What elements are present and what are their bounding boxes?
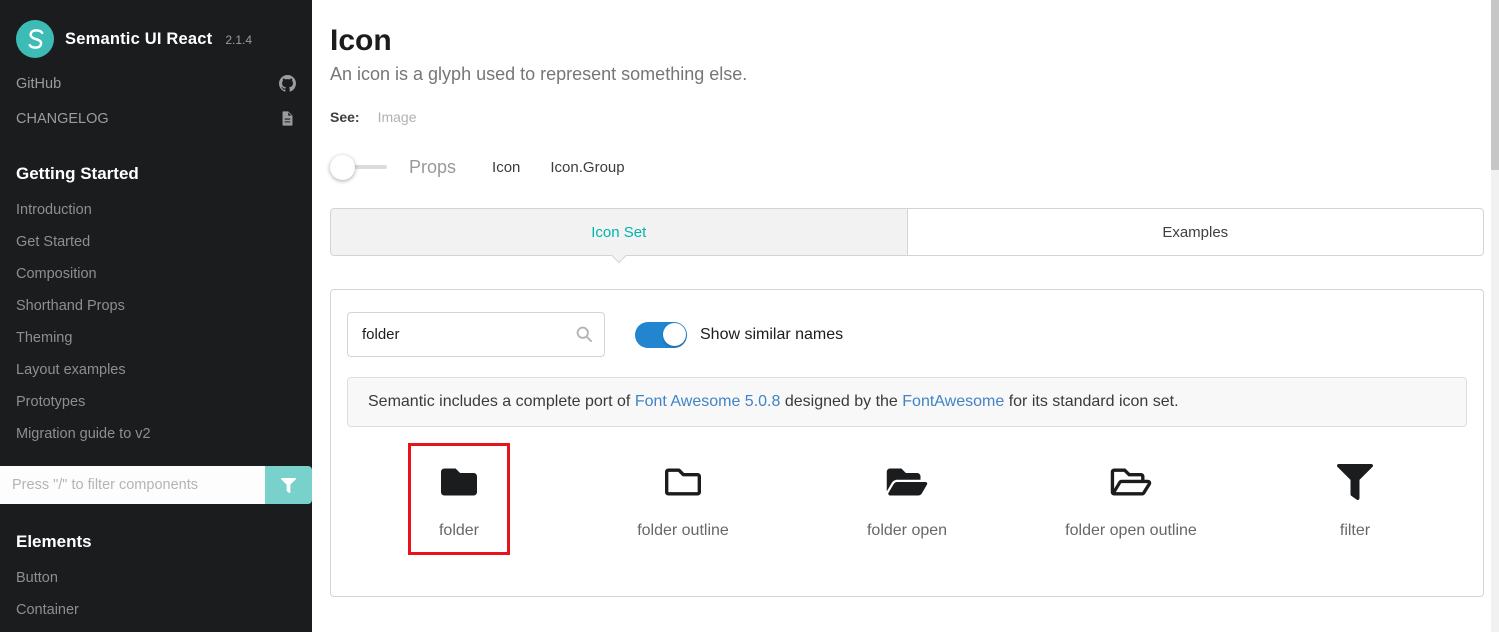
- sidebar-item-get-started[interactable]: Get Started: [0, 226, 312, 258]
- info-text: Semantic includes a complete port of: [368, 393, 635, 410]
- icon-result-label: folder open: [867, 522, 947, 540]
- scrollbar-thumb[interactable]: [1491, 0, 1499, 170]
- folder-icon: [437, 462, 481, 502]
- icon-result-folder-open[interactable]: folder open: [838, 443, 976, 555]
- app-title: Semantic UI React: [65, 30, 212, 49]
- folder-outline-icon: [661, 462, 705, 502]
- icon-result-column: folder open outline: [1019, 443, 1243, 555]
- see-label: See:: [330, 109, 360, 125]
- icon-result-label: filter: [1340, 522, 1370, 540]
- page-scrollbar[interactable]: [1491, 0, 1499, 632]
- tab-icon-set[interactable]: Icon Set: [331, 209, 907, 255]
- component-filter-input[interactable]: [0, 466, 265, 504]
- props-toggle-knob: [330, 155, 355, 180]
- sidebar-item-shorthand-props[interactable]: Shorthand Props: [0, 290, 312, 322]
- page-subtitle: An icon is a glyph used to represent som…: [330, 64, 1484, 85]
- component-filter: [0, 466, 312, 504]
- sidebar-section-getting-started: Getting Started Introduction Get Started…: [0, 136, 312, 450]
- icon-set-panel: Show similar names Semantic includes a c…: [330, 289, 1484, 597]
- logo-row[interactable]: Semantic UI React 2.1.4: [0, 0, 312, 66]
- app-window: Semantic UI React 2.1.4 GitHub CHANGELOG…: [0, 0, 1499, 632]
- filter-icon: [281, 478, 296, 493]
- info-text: designed by the: [780, 393, 902, 410]
- page-title: Icon: [330, 24, 1484, 58]
- sidebar-section-elements: Elements Button Container Divider: [0, 504, 312, 632]
- sidebar-item-container[interactable]: Container: [0, 594, 312, 626]
- sidebar-item-changelog[interactable]: CHANGELOG: [0, 101, 312, 136]
- see-link-image[interactable]: Image: [378, 109, 417, 125]
- sidebar-item-button[interactable]: Button: [0, 562, 312, 594]
- font-awesome-info-message: Semantic includes a complete port of Fon…: [347, 377, 1467, 427]
- changelog-link-label: CHANGELOG: [16, 111, 109, 127]
- icon-result-column: folder outline: [571, 443, 795, 555]
- app-version: 2.1.4: [225, 33, 252, 47]
- icon-result-folder annotation-highlight[interactable]: folder: [408, 443, 510, 555]
- props-row: Props Icon Icon.Group: [330, 155, 1484, 180]
- sidebar-item-layout-examples[interactable]: Layout examples: [0, 354, 312, 386]
- github-link-label: GitHub: [16, 76, 61, 92]
- filter-icon: [1336, 462, 1374, 502]
- props-link-icon-group[interactable]: Icon.Group: [550, 159, 624, 176]
- icon-result-column: filter: [1243, 443, 1467, 555]
- toggle-knob: [663, 323, 686, 346]
- sidebar-item-migration-guide[interactable]: Migration guide to v2: [0, 418, 312, 450]
- sidebar-item-divider[interactable]: Divider: [0, 626, 312, 632]
- folder-open-icon: [883, 462, 931, 502]
- fontawesome-link[interactable]: FontAwesome: [902, 393, 1004, 410]
- sidebar: Semantic UI React 2.1.4 GitHub CHANGELOG…: [0, 0, 312, 632]
- icon-search-input[interactable]: [347, 312, 605, 357]
- search-icon: [574, 324, 594, 344]
- props-toggle[interactable]: [330, 155, 389, 180]
- section-heading-getting-started: Getting Started: [0, 136, 312, 194]
- icon-result-label: folder open outline: [1065, 522, 1197, 540]
- icon-results-grid: folder folder outline: [347, 443, 1467, 555]
- file-icon: [279, 110, 296, 127]
- icon-search-field: [347, 312, 605, 357]
- props-label: Props: [409, 157, 456, 178]
- tab-examples[interactable]: Examples: [907, 209, 1484, 255]
- icon-result-folder-open-outline[interactable]: folder open outline: [1036, 443, 1226, 555]
- tab-bar: Icon Set Examples: [330, 208, 1484, 256]
- section-heading-elements: Elements: [0, 504, 312, 562]
- icon-result-label: folder: [439, 522, 479, 540]
- show-similar-names-toggle[interactable]: [635, 322, 687, 348]
- filter-button[interactable]: [265, 466, 312, 504]
- sidebar-item-composition[interactable]: Composition: [0, 258, 312, 290]
- props-link-icon[interactable]: Icon: [492, 159, 520, 176]
- icon-result-label: folder outline: [637, 522, 729, 540]
- icon-search-row: Show similar names: [347, 312, 1467, 357]
- github-icon: [279, 75, 296, 92]
- icon-result-folder-outline[interactable]: folder outline: [608, 443, 758, 555]
- icon-result-column: folder open: [795, 443, 1019, 555]
- font-awesome-version-link[interactable]: Font Awesome 5.0.8: [635, 393, 781, 410]
- show-similar-names-label: Show similar names: [700, 326, 843, 344]
- folder-open-outline-icon: [1107, 462, 1155, 502]
- see-also-row: See: Image: [330, 109, 1484, 125]
- sidebar-item-theming[interactable]: Theming: [0, 322, 312, 354]
- icon-result-filter[interactable]: filter: [1307, 443, 1403, 555]
- semantic-ui-logo-icon: [16, 20, 54, 58]
- main-content: Icon An icon is a glyph used to represen…: [312, 0, 1499, 632]
- sidebar-item-introduction[interactable]: Introduction: [0, 194, 312, 226]
- icon-result-column: folder: [347, 443, 571, 555]
- sidebar-item-prototypes[interactable]: Prototypes: [0, 386, 312, 418]
- sidebar-item-github[interactable]: GitHub: [0, 66, 312, 101]
- info-text: for its standard icon set.: [1004, 393, 1178, 410]
